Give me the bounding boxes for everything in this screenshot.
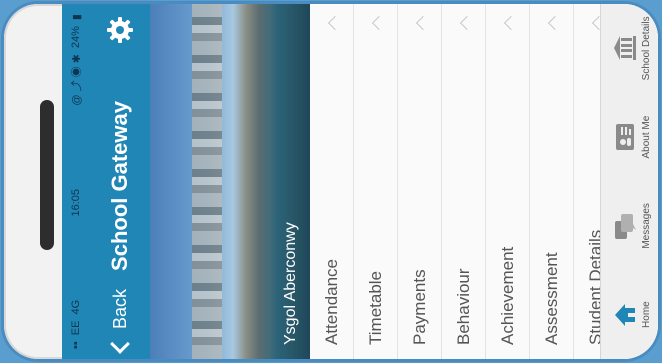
battery-icon: ▮	[70, 14, 83, 21]
menu-item-label: Timetable	[365, 270, 385, 345]
tab-home[interactable]: Home	[601, 270, 658, 359]
menu-item-payments[interactable]: Payments	[398, 4, 442, 359]
app-view: ▪▪ EE 4G 16:05 @ ⤴ ◉ ✱ 24% ▮ Back School…	[62, 4, 658, 359]
signal-icon: ▪▪	[70, 341, 82, 349]
school-banner-image: Ysgol Aberconwy	[150, 4, 310, 359]
school-name: Ysgol Aberconwy	[282, 222, 299, 345]
menu-list: Attendance Timetable Payments Behaviour …	[310, 4, 618, 359]
phone-device: ▪▪ EE 4G 16:05 @ ⤴ ◉ ✱ 24% ▮ Back School…	[4, 4, 658, 359]
menu-item-achievement[interactable]: Achievement	[486, 4, 530, 359]
status-time: 16:05	[70, 188, 82, 217]
page-title: School Gateway	[107, 101, 132, 271]
menu-item-behaviour[interactable]: Behaviour	[442, 4, 486, 359]
chevron-up-icon	[327, 15, 342, 31]
tab-bar: Home Messages About Me School Details	[600, 4, 658, 359]
phone-screen: ▪▪ EE 4G 16:05 @ ⤴ ◉ ✱ 24% ▮ Back School…	[62, 4, 658, 359]
back-button[interactable]: Back	[109, 288, 131, 354]
about-me-icon	[616, 124, 634, 151]
tab-label: Messages	[641, 203, 652, 249]
tab-label: Home	[641, 301, 652, 328]
navigation-bar: Back School Gateway	[90, 4, 150, 359]
menu-item-label: Attendance	[321, 258, 341, 345]
menu-item-label: Achievement	[497, 246, 517, 345]
tab-label: School Details	[641, 16, 652, 81]
chevron-up-icon	[459, 15, 474, 31]
settings-button[interactable]	[102, 12, 138, 48]
tab-messages[interactable]: Messages	[601, 182, 658, 271]
menu-item-assessment[interactable]: Assessment	[530, 4, 574, 359]
battery-percent: 24%	[70, 26, 82, 49]
status-bar: ▪▪ EE 4G 16:05 @ ⤴ ◉ ✱ 24% ▮	[62, 4, 90, 359]
menu-item-label: Behaviour	[453, 268, 473, 345]
menu-item-timetable[interactable]: Timetable	[354, 4, 398, 359]
chevron-up-icon	[371, 15, 386, 31]
chevron-up-icon	[503, 15, 518, 31]
messages-icon	[615, 213, 636, 239]
menu-item-attendance[interactable]: Attendance	[310, 4, 354, 359]
school-icon	[614, 36, 636, 61]
tab-school-details[interactable]: School Details	[601, 4, 658, 93]
tab-label: About Me	[641, 115, 652, 159]
menu-item-label: Payments	[409, 269, 429, 345]
menu-item-label: Assessment	[541, 252, 561, 345]
chevron-up-icon	[547, 15, 562, 31]
back-label: Back	[109, 288, 130, 329]
home-icon	[615, 303, 635, 326]
chevron-up-icon	[415, 15, 430, 31]
tab-about-me[interactable]: About Me	[601, 93, 658, 182]
gear-icon	[107, 17, 133, 43]
chevron-left-icon	[110, 334, 130, 354]
status-icons: @ ⤴ ◉ ✱	[71, 54, 83, 106]
carrier-label: EE	[70, 320, 82, 336]
network-label: 4G	[70, 299, 82, 315]
phone-speaker	[40, 100, 54, 250]
